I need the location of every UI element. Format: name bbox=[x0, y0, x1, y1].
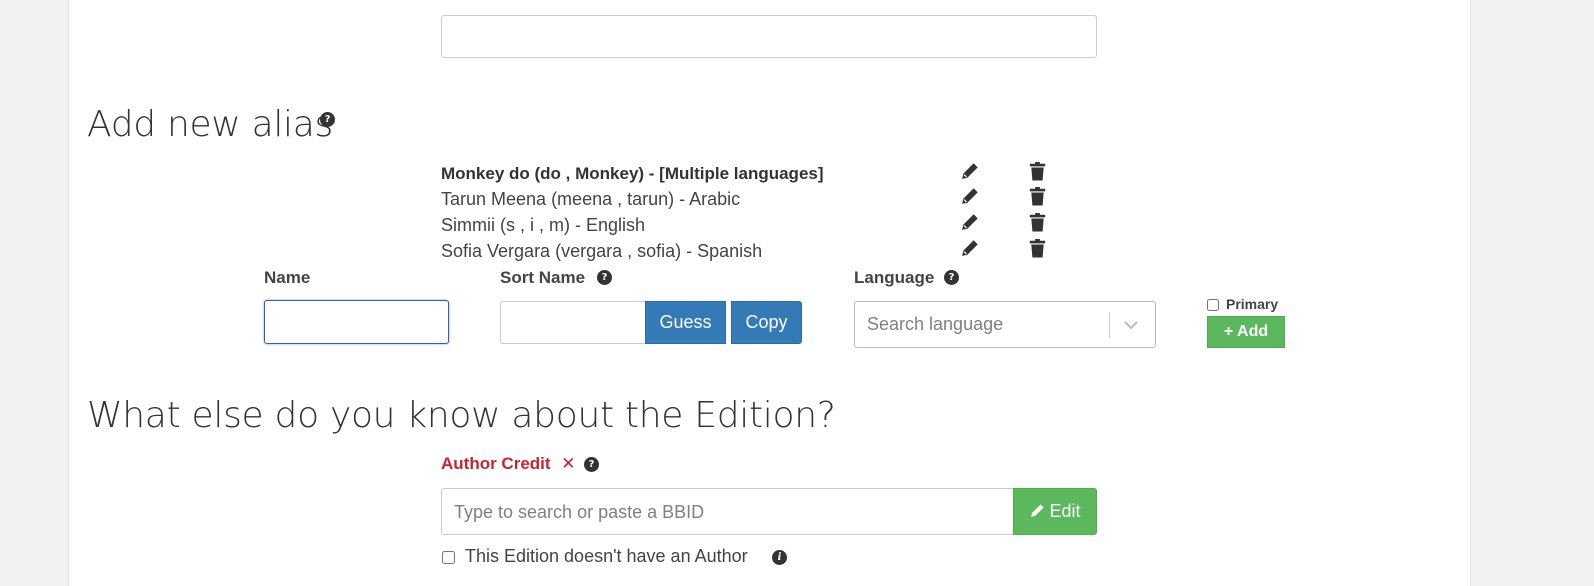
language-label: Language bbox=[854, 268, 934, 288]
select-separator bbox=[1109, 312, 1110, 338]
alias-list-item: Monkey do (do , Monkey) - [Multiple lang… bbox=[441, 164, 824, 184]
help-icon[interactable]: ? bbox=[944, 270, 959, 285]
alias-list-item: Simmii (s , i , m) - English bbox=[441, 215, 645, 236]
pencil-icon[interactable] bbox=[960, 213, 979, 232]
pencil-icon[interactable] bbox=[960, 239, 979, 258]
section-heading-edition: What else do you know about the Edition? bbox=[87, 395, 836, 436]
alias-text: Sofia Vergara (vergara , sofia) - Spanis… bbox=[441, 241, 763, 261]
alias-list-item: Sofia Vergara (vergara , sofia) - Spanis… bbox=[441, 241, 762, 262]
top-text-field[interactable] bbox=[441, 15, 1097, 58]
alias-text: Monkey do (do , Monkey) - [Multiple lang… bbox=[441, 164, 824, 183]
edit-author-button[interactable]: Edit bbox=[1013, 488, 1097, 535]
pencil-icon bbox=[1031, 504, 1044, 517]
author-search-input[interactable]: Type to search or paste a BBID bbox=[441, 488, 1015, 535]
alias-name-input[interactable] bbox=[264, 300, 449, 344]
help-icon[interactable]: ? bbox=[320, 112, 335, 127]
chevron-down-icon[interactable] bbox=[1123, 319, 1139, 331]
sort-name-label: Sort Name bbox=[500, 268, 585, 288]
name-label: Name bbox=[264, 268, 311, 287]
sort-name-label-text: Sort Name bbox=[500, 268, 586, 287]
language-select[interactable]: Search language bbox=[854, 301, 1156, 348]
pencil-icon[interactable] bbox=[960, 187, 979, 206]
alias-text: Simmii (s , i , m) - English bbox=[441, 215, 646, 235]
info-icon[interactable]: i bbox=[772, 550, 787, 565]
alias-list-item: Tarun Meena (meena , tarun) - Arabic bbox=[441, 189, 740, 210]
edit-label: Edit bbox=[1049, 501, 1081, 521]
pencil-icon[interactable] bbox=[960, 162, 979, 181]
required-x-icon: ✕ bbox=[561, 454, 576, 473]
section-heading-add-alias: Add new alias bbox=[87, 103, 333, 147]
add-alias-title: Add new alias bbox=[87, 104, 333, 145]
author-search-placeholder: Type to search or paste a BBID bbox=[454, 502, 705, 522]
language-label-text: Language bbox=[854, 268, 935, 287]
add-alias-button[interactable]: + Add bbox=[1207, 316, 1285, 348]
help-icon[interactable]: ? bbox=[597, 270, 612, 285]
primary-label: Primary bbox=[1226, 296, 1279, 312]
sort-name-input[interactable] bbox=[500, 301, 647, 344]
author-credit-label-text: Author Credit bbox=[441, 454, 551, 473]
trash-icon[interactable] bbox=[1029, 187, 1046, 206]
trash-icon[interactable] bbox=[1029, 162, 1046, 181]
no-author-label: This Edition doesn't have an Author bbox=[465, 546, 748, 566]
language-placeholder: Search language bbox=[867, 314, 1004, 334]
guess-button[interactable]: Guess bbox=[645, 301, 726, 344]
alias-text: Tarun Meena (meena , tarun) - Arabic bbox=[441, 189, 741, 209]
no-author-checkbox[interactable] bbox=[442, 551, 455, 564]
copy-button[interactable]: Copy bbox=[731, 301, 802, 344]
trash-icon[interactable] bbox=[1029, 213, 1046, 232]
help-icon[interactable]: ? bbox=[584, 457, 599, 472]
author-credit-label: Author Credit ✕ bbox=[441, 454, 576, 474]
primary-checkbox[interactable] bbox=[1207, 299, 1219, 311]
trash-icon[interactable] bbox=[1029, 239, 1046, 258]
